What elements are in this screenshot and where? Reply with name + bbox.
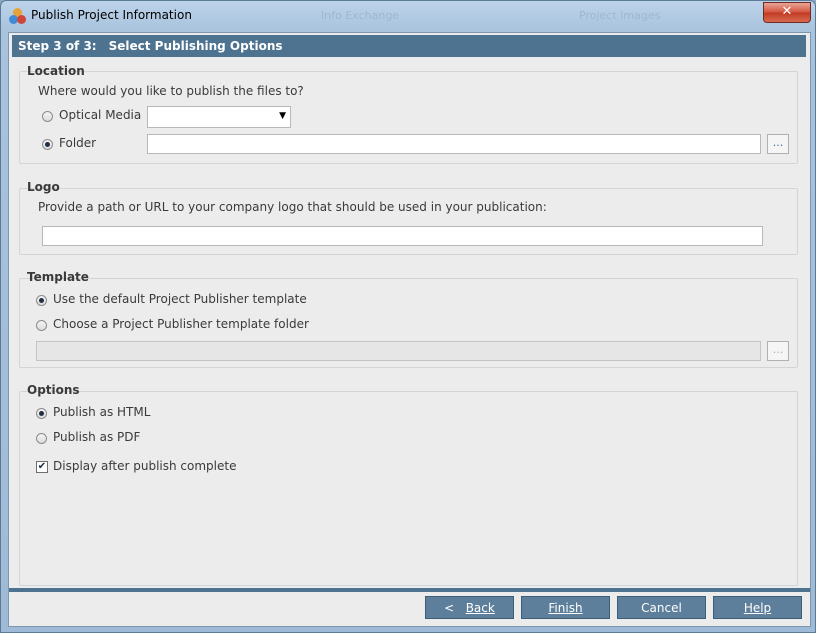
optical-media-label: Optical Media <box>59 108 142 122</box>
options-group <box>19 391 798 586</box>
footer-separator <box>9 588 810 592</box>
back-button[interactable]: < Back <box>425 596 514 619</box>
step-title: Select Publishing Options <box>108 39 283 53</box>
close-icon: ✕ <box>781 4 793 19</box>
location-prompt: Where would you like to publish the file… <box>38 84 304 98</box>
template-legend: Template <box>27 270 89 284</box>
folder-path-input[interactable] <box>147 134 761 154</box>
display-after-publish-checkbox[interactable]: ✔ <box>36 461 48 473</box>
cancel-button-label: Cancel <box>641 601 682 615</box>
default-template-radio[interactable] <box>36 295 47 306</box>
template-folder-input <box>36 341 761 361</box>
app-icon <box>9 8 26 25</box>
chevron-down-icon: ▼ <box>279 111 286 121</box>
finish-button[interactable]: Finish <box>521 596 610 619</box>
checkmark-icon: ✔ <box>37 461 47 472</box>
publish-html-radio[interactable] <box>36 408 47 419</box>
optical-media-radio[interactable] <box>42 111 53 122</box>
help-button[interactable]: Help <box>713 596 802 619</box>
folder-radio[interactable] <box>42 139 53 150</box>
publish-html-label: Publish as HTML <box>53 405 151 419</box>
back-arrow-icon: < <box>444 601 455 615</box>
dialog-content: Step 3 of 3: Select Publishing Options Lo… <box>8 32 811 627</box>
template-browse-button: ... <box>767 341 789 361</box>
step-header: Step 3 of 3: Select Publishing Options <box>12 35 806 57</box>
logo-prompt: Provide a path or URL to your company lo… <box>38 200 547 214</box>
cancel-button[interactable]: Cancel <box>617 596 706 619</box>
folder-browse-button[interactable]: ... <box>767 134 789 154</box>
choose-template-label: Choose a Project Publisher template fold… <box>53 317 309 331</box>
options-legend: Options <box>27 383 80 397</box>
choose-template-radio[interactable] <box>36 320 47 331</box>
default-template-label: Use the default Project Publisher templa… <box>53 292 307 306</box>
logo-path-input[interactable] <box>42 226 763 246</box>
help-button-label: Help <box>743 601 772 615</box>
optical-media-select[interactable]: ▼ <box>147 106 291 128</box>
publish-pdf-radio[interactable] <box>36 433 47 444</box>
window-title: Publish Project Information <box>31 8 192 22</box>
finish-button-label: Finish <box>548 601 583 615</box>
title-bar: Publish Project Information Info Exchang… <box>1 1 815 31</box>
display-after-publish-label: Display after publish complete <box>53 459 237 473</box>
logo-legend: Logo <box>27 180 60 194</box>
folder-label: Folder <box>59 136 97 150</box>
publish-dialog-window: Publish Project Information Info Exchang… <box>0 0 816 633</box>
publish-pdf-label: Publish as PDF <box>53 430 141 444</box>
location-legend: Location <box>27 64 85 78</box>
background-window-label: Project Images <box>579 9 661 22</box>
close-button[interactable]: ✕ <box>763 2 811 23</box>
background-window-label: Info Exchange <box>321 9 400 22</box>
step-number: Step 3 of 3: <box>18 39 97 53</box>
back-button-label: Back <box>465 601 495 615</box>
